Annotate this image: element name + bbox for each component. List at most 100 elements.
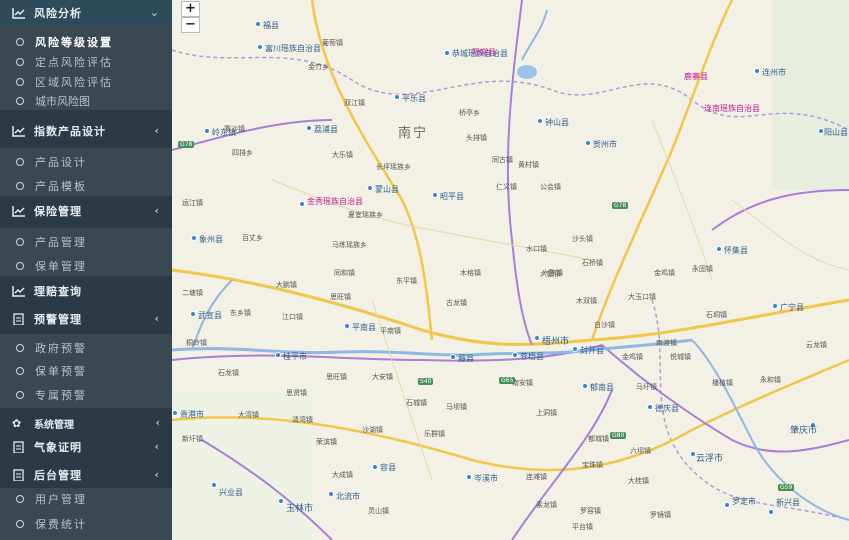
city-marker[interactable] <box>191 235 197 241</box>
city-marker[interactable] <box>172 410 178 416</box>
menu-group-claims-query[interactable]: 理赔查询 <box>0 278 172 304</box>
circle-icon <box>16 262 24 270</box>
city-marker[interactable] <box>344 323 350 329</box>
town-label: 大鹏镇 <box>276 281 297 289</box>
city-marker[interactable] <box>585 140 591 146</box>
city-marker[interactable] <box>432 192 438 198</box>
city-marker[interactable] <box>572 346 578 352</box>
town-label: 沙头镇 <box>572 235 593 243</box>
city-marker[interactable] <box>534 335 540 341</box>
city-marker[interactable] <box>299 201 305 207</box>
chevron-left-icon: ‹ <box>154 440 160 453</box>
city-marker[interactable] <box>394 94 400 100</box>
city-marker[interactable] <box>255 21 261 27</box>
town-label: 悦城镇 <box>670 353 691 361</box>
town-label: 乐群镇 <box>424 430 445 438</box>
menu-item-government-warning[interactable]: 政府预警 <box>0 338 172 358</box>
city-label: 鹿寨县 <box>684 72 708 81</box>
menu-group-backend-management[interactable]: 后台管理 ‹ <box>0 462 172 488</box>
city-marker[interactable] <box>306 125 312 131</box>
town-label: 百丈乡 <box>242 234 263 242</box>
city-marker[interactable] <box>768 509 774 515</box>
town-label: 马圩镇 <box>636 383 657 391</box>
town-label: 石垌镇 <box>706 311 727 319</box>
city-marker[interactable] <box>275 352 281 358</box>
town-label: 水口镇 <box>526 245 547 253</box>
town-label: 石城镇 <box>406 399 427 407</box>
menu-item-premium-statistics[interactable]: 保费统计 <box>0 514 172 534</box>
line-chart-icon <box>12 205 26 217</box>
city-marker[interactable] <box>754 68 760 74</box>
town-label: 桐岭镇 <box>186 339 207 347</box>
menu-group-insurance-management[interactable]: 保险管理 ‹ <box>0 198 172 224</box>
menu-item-product-management[interactable]: 产品管理 <box>0 232 172 252</box>
city-label: 连州市 <box>762 68 786 77</box>
town-label: 永和镇 <box>760 376 781 384</box>
city-marker[interactable] <box>444 50 450 56</box>
menu-group-label: 预警管理 <box>34 313 82 326</box>
menu-item-product-design[interactable]: 产品设计 <box>0 152 172 172</box>
menu-item-product-template[interactable]: 产品模板 <box>0 176 172 196</box>
town-label: 双江镇 <box>344 99 365 107</box>
menu-group-warning-management[interactable]: 预警管理 ‹ <box>0 306 172 332</box>
menu-item-risk-level-setting[interactable]: 风险等级设置 <box>0 32 172 52</box>
city-marker[interactable] <box>724 502 730 508</box>
chevron-left-icon: ‹ <box>155 416 160 429</box>
city-marker[interactable] <box>450 354 456 360</box>
town-label: 连滩镇 <box>526 473 547 481</box>
city-marker[interactable] <box>204 128 210 134</box>
city-marker[interactable] <box>466 474 472 480</box>
city-marker[interactable] <box>211 482 217 488</box>
town-label: 六堡镇 <box>540 270 561 278</box>
submenu-insurance-management: 产品管理 保单管理 <box>0 228 172 276</box>
city-label: 武宣县 <box>198 311 222 320</box>
menu-item-user-management[interactable]: 用户管理 <box>0 489 172 509</box>
city-marker[interactable] <box>647 404 653 410</box>
town-label: 南渡镇 <box>656 339 677 347</box>
menu-item-city-risk-map[interactable]: 城市风险图 <box>0 91 172 111</box>
city-marker[interactable] <box>372 464 378 470</box>
city-label: 玉林市 <box>286 504 314 514</box>
menu-item-area-risk-assessment[interactable]: 区域风险评估 <box>0 72 172 92</box>
menu-item-exclusive-warning[interactable]: 专属预警 <box>0 385 172 405</box>
town-label: 素龙镇 <box>536 501 557 509</box>
zoom-out-button[interactable]: − <box>181 17 200 33</box>
city-marker[interactable] <box>716 246 722 252</box>
town-label: 古龙镇 <box>446 299 467 307</box>
circle-icon <box>16 182 24 190</box>
city-marker[interactable] <box>367 185 373 191</box>
menu-item-policy-warning[interactable]: 保单预警 <box>0 361 172 381</box>
city-marker[interactable] <box>190 311 196 317</box>
town-label: 同和镇 <box>334 269 355 277</box>
city-marker[interactable] <box>257 44 263 50</box>
town-label: 桥亭乡 <box>459 109 480 117</box>
city-label: 肇庆市 <box>790 426 818 436</box>
zoom-in-button[interactable]: + <box>181 1 200 17</box>
map-view[interactable]: + − 南宁 福县 富川瑶族自治县 恭城瑶族自治县 钟山县 贺州市 平乐县 昭平… <box>172 0 849 540</box>
city-label: 福县 <box>263 21 279 30</box>
city-marker[interactable] <box>512 352 518 358</box>
menu-group-risk-analysis[interactable]: 风险分析 ⌄ <box>0 0 172 26</box>
menu-group-index-product-design[interactable]: 指数产品设计 ‹ <box>0 118 172 144</box>
circle-icon <box>16 158 24 166</box>
city-label: 北流市 <box>336 492 360 501</box>
submenu-warning-management: 政府预警 保单预警 专属预警 <box>0 334 172 408</box>
menu-group-system-management[interactable]: ✿ 系统管理 ‹ <box>0 410 172 436</box>
town-label: 上洞镇 <box>536 409 557 417</box>
town-label: 都城镇 <box>588 435 609 443</box>
city-marker[interactable] <box>328 491 334 497</box>
chevron-left-icon: ‹ <box>154 204 160 217</box>
town-label: 罗镜镇 <box>650 511 671 519</box>
chevron-left-icon: ‹ <box>154 468 160 481</box>
city-marker[interactable] <box>278 498 284 504</box>
submenu-risk-analysis: 风险等级设置 定点风险评估 区域风险评估 城市风险图 <box>0 26 172 110</box>
city-marker[interactable] <box>537 118 543 124</box>
city-label: 平乐县 <box>402 94 426 103</box>
city-marker[interactable] <box>772 303 778 309</box>
city-marker[interactable] <box>582 383 588 389</box>
line-chart-icon <box>12 125 26 137</box>
menu-item-point-risk-assessment[interactable]: 定点风险评估 <box>0 52 172 72</box>
menu-item-policy-management[interactable]: 保单管理 <box>0 256 172 276</box>
menu-group-weather-certificate[interactable]: 气象证明 ‹ <box>0 434 172 460</box>
circle-icon <box>16 38 24 46</box>
